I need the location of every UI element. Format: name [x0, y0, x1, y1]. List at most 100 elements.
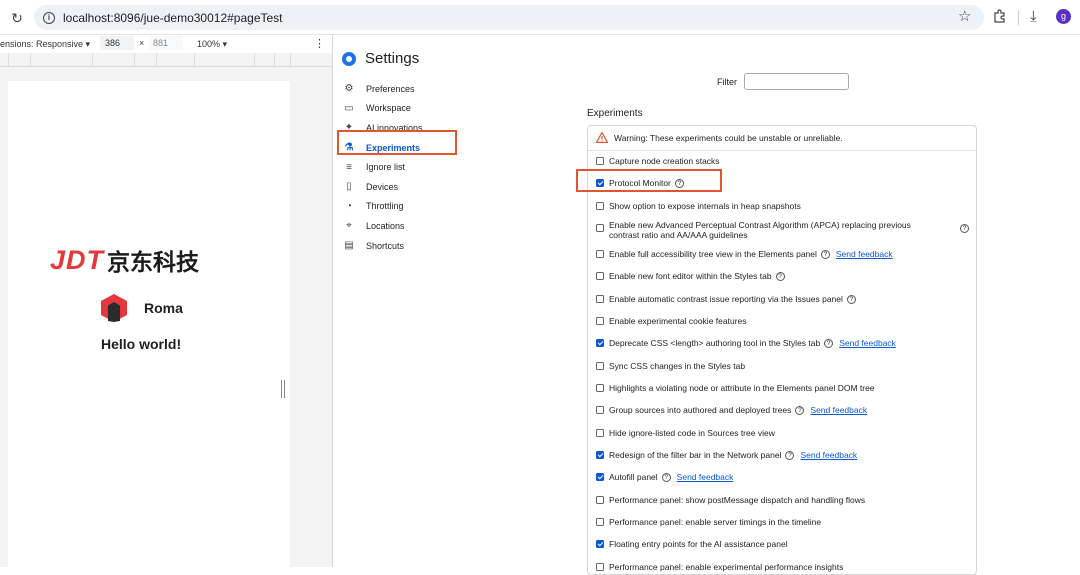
help-icon[interactable]: ?: [824, 338, 834, 348]
experiment-checkbox[interactable]: [596, 540, 604, 548]
nav-item-shortcuts[interactable]: ▤ Shortcuts: [343, 236, 423, 256]
experiment-checkbox[interactable]: [596, 250, 604, 258]
nav-item-devices[interactable]: ▯ Devices: [343, 177, 423, 197]
experiment-checkbox[interactable]: [596, 496, 604, 504]
experiment-label[interactable]: Redesign of the filter bar in the Networ…: [609, 450, 781, 460]
experiment-row: Highlights a violating node or attribute…: [596, 383, 875, 393]
more-options-icon[interactable]: ⋮: [314, 37, 325, 50]
experiment-checkbox[interactable]: [596, 384, 604, 392]
zoom-select[interactable]: 100% ▾: [197, 39, 227, 50]
experiment-label[interactable]: Sync CSS changes in the Styles tab: [609, 361, 745, 371]
experiment-label[interactable]: Group sources into authored and deployed…: [609, 405, 791, 415]
experiment-label[interactable]: Enable experimental cookie features: [609, 316, 747, 326]
experiments-panel: Warning: These experiments could be unst…: [587, 125, 977, 575]
jdt-logo: JDT 京东科技: [50, 243, 199, 277]
experiment-checkbox[interactable]: [596, 157, 604, 165]
experiment-label[interactable]: Hide ignore-listed code in Sources tree …: [609, 428, 775, 438]
ignore-list-icon: ≡: [346, 161, 352, 173]
send-feedback-link[interactable]: Send feedback: [810, 405, 867, 415]
experiment-checkbox[interactable]: [596, 339, 604, 347]
nav-item-workspace[interactable]: ▭ Workspace: [343, 99, 423, 119]
experiment-row: Show option to expose internals in heap …: [596, 201, 801, 211]
help-icon[interactable]: ?: [775, 271, 785, 281]
address-bar[interactable]: i localhost:8096/jue-demo30012#pageTest: [34, 5, 984, 30]
settings-header: Settings: [342, 50, 419, 67]
experiment-label[interactable]: Show option to expose internals in heap …: [609, 201, 801, 211]
experiment-checkbox[interactable]: [596, 406, 604, 414]
experiment-label[interactable]: Autofill panel: [609, 472, 658, 482]
experiment-checkbox[interactable]: [596, 429, 604, 437]
experiment-checkbox[interactable]: [596, 202, 604, 210]
roma-brand: Roma: [100, 293, 183, 323]
experiment-checkbox[interactable]: [596, 563, 604, 571]
reload-icon[interactable]: ↻: [8, 9, 26, 27]
send-feedback-link[interactable]: Send feedback: [839, 338, 896, 348]
help-icon[interactable]: ?: [960, 224, 969, 233]
nav-item-locations[interactable]: ⌖ Locations: [343, 216, 423, 236]
help-icon[interactable]: ?: [846, 294, 856, 304]
keyboard-icon: ▤: [344, 240, 354, 252]
experiment-checkbox[interactable]: [596, 518, 604, 526]
experiment-label[interactable]: Performance panel: show postMessage disp…: [609, 495, 865, 505]
filter-input[interactable]: [744, 73, 849, 90]
settings-nav: ⚙ Preferences ▭ Workspace ✦ AI innovations …: [343, 79, 423, 256]
help-icon[interactable]: ?: [820, 249, 830, 259]
experiment-row: Floating entry points for the AI assista…: [596, 539, 788, 549]
experiment-checkbox[interactable]: [596, 317, 604, 325]
browser-toolbar: ↻ i localhost:8096/jue-demo30012#pageTes…: [0, 0, 1080, 35]
experiment-label[interactable]: Performance panel: enable experimental p…: [609, 562, 843, 572]
url-text[interactable]: localhost:8096/jue-demo30012#pageTest: [63, 11, 283, 25]
experiment-checkbox[interactable]: [596, 295, 604, 303]
experiment-checkbox[interactable]: [596, 362, 604, 370]
filter-bar: Filter: [717, 73, 849, 90]
nav-item-preferences[interactable]: ⚙ Preferences: [343, 79, 423, 99]
send-feedback-link[interactable]: Send feedback: [800, 450, 857, 460]
profile-avatar[interactable]: g: [1056, 9, 1071, 24]
media-query-ruler: [0, 53, 332, 67]
experiment-checkbox[interactable]: [596, 272, 604, 280]
panel-divider[interactable]: [332, 35, 333, 567]
experiment-label[interactable]: Deprecate CSS <length> authoring tool in…: [609, 338, 820, 348]
send-feedback-link[interactable]: Send feedback: [836, 249, 893, 259]
experiment-checkbox[interactable]: [596, 473, 604, 481]
experiment-label[interactable]: Performance panel: enable server timings…: [609, 517, 821, 527]
send-feedback-link[interactable]: Send feedback: [677, 472, 734, 482]
experiment-row: Enable new Advanced Perceptual Contrast …: [596, 220, 969, 240]
logo-latin: JDT: [50, 244, 105, 275]
gear-icon: ⚙: [344, 83, 354, 95]
experiments-title: Experiments: [587, 108, 643, 119]
resize-handle[interactable]: [281, 380, 287, 398]
experiment-checkbox[interactable]: [596, 224, 604, 232]
experiment-checkbox[interactable]: [596, 451, 604, 459]
help-icon[interactable]: ?: [785, 450, 795, 460]
experiment-label[interactable]: Floating entry points for the AI assista…: [609, 539, 788, 549]
download-icon[interactable]: ⤓: [1030, 8, 1037, 25]
info-icon[interactable]: i: [43, 11, 55, 24]
nav-item-throttling[interactable]: ◔ Throttling: [343, 197, 423, 217]
experiment-row: Enable experimental cookie features: [596, 316, 747, 326]
experiment-label[interactable]: Enable full accessibility tree view in t…: [609, 249, 817, 259]
help-icon[interactable]: ?: [795, 405, 805, 415]
help-icon[interactable]: ?: [661, 472, 671, 482]
extensions-icon[interactable]: [993, 9, 1007, 23]
experiment-label[interactable]: Highlights a violating node or attribute…: [609, 383, 875, 393]
highlight-box-experiments: [337, 130, 457, 155]
nav-item-label: Throttling: [366, 201, 404, 212]
nav-item-ignore-list[interactable]: ≡ Ignore list: [343, 157, 423, 177]
experiment-row: Sync CSS changes in the Styles tab: [596, 361, 745, 371]
experiment-label[interactable]: Enable new font editor within the Styles…: [609, 271, 772, 281]
warning-divider: [588, 150, 976, 151]
star-icon[interactable]: ☆: [958, 9, 971, 25]
experiment-row: Hide ignore-listed code in Sources tree …: [596, 428, 775, 438]
width-input[interactable]: 386: [100, 36, 134, 50]
warning-icon: [596, 132, 608, 143]
experiment-label[interactable]: Enable new Advanced Perceptual Contrast …: [609, 220, 939, 240]
experiment-label[interactable]: Capture node creation stacks: [609, 156, 720, 166]
dimensions-select[interactable]: ensions: Responsive ▾: [0, 39, 90, 50]
settings-title: Settings: [365, 50, 420, 67]
height-input[interactable]: 881: [149, 36, 183, 50]
experiment-label[interactable]: Enable automatic contrast issue reportin…: [609, 294, 843, 304]
warning-message: Warning: These experiments could be unst…: [596, 132, 843, 143]
toolbar-separator: [1018, 10, 1019, 25]
warning-text: Warning: These experiments could be unst…: [614, 132, 843, 143]
